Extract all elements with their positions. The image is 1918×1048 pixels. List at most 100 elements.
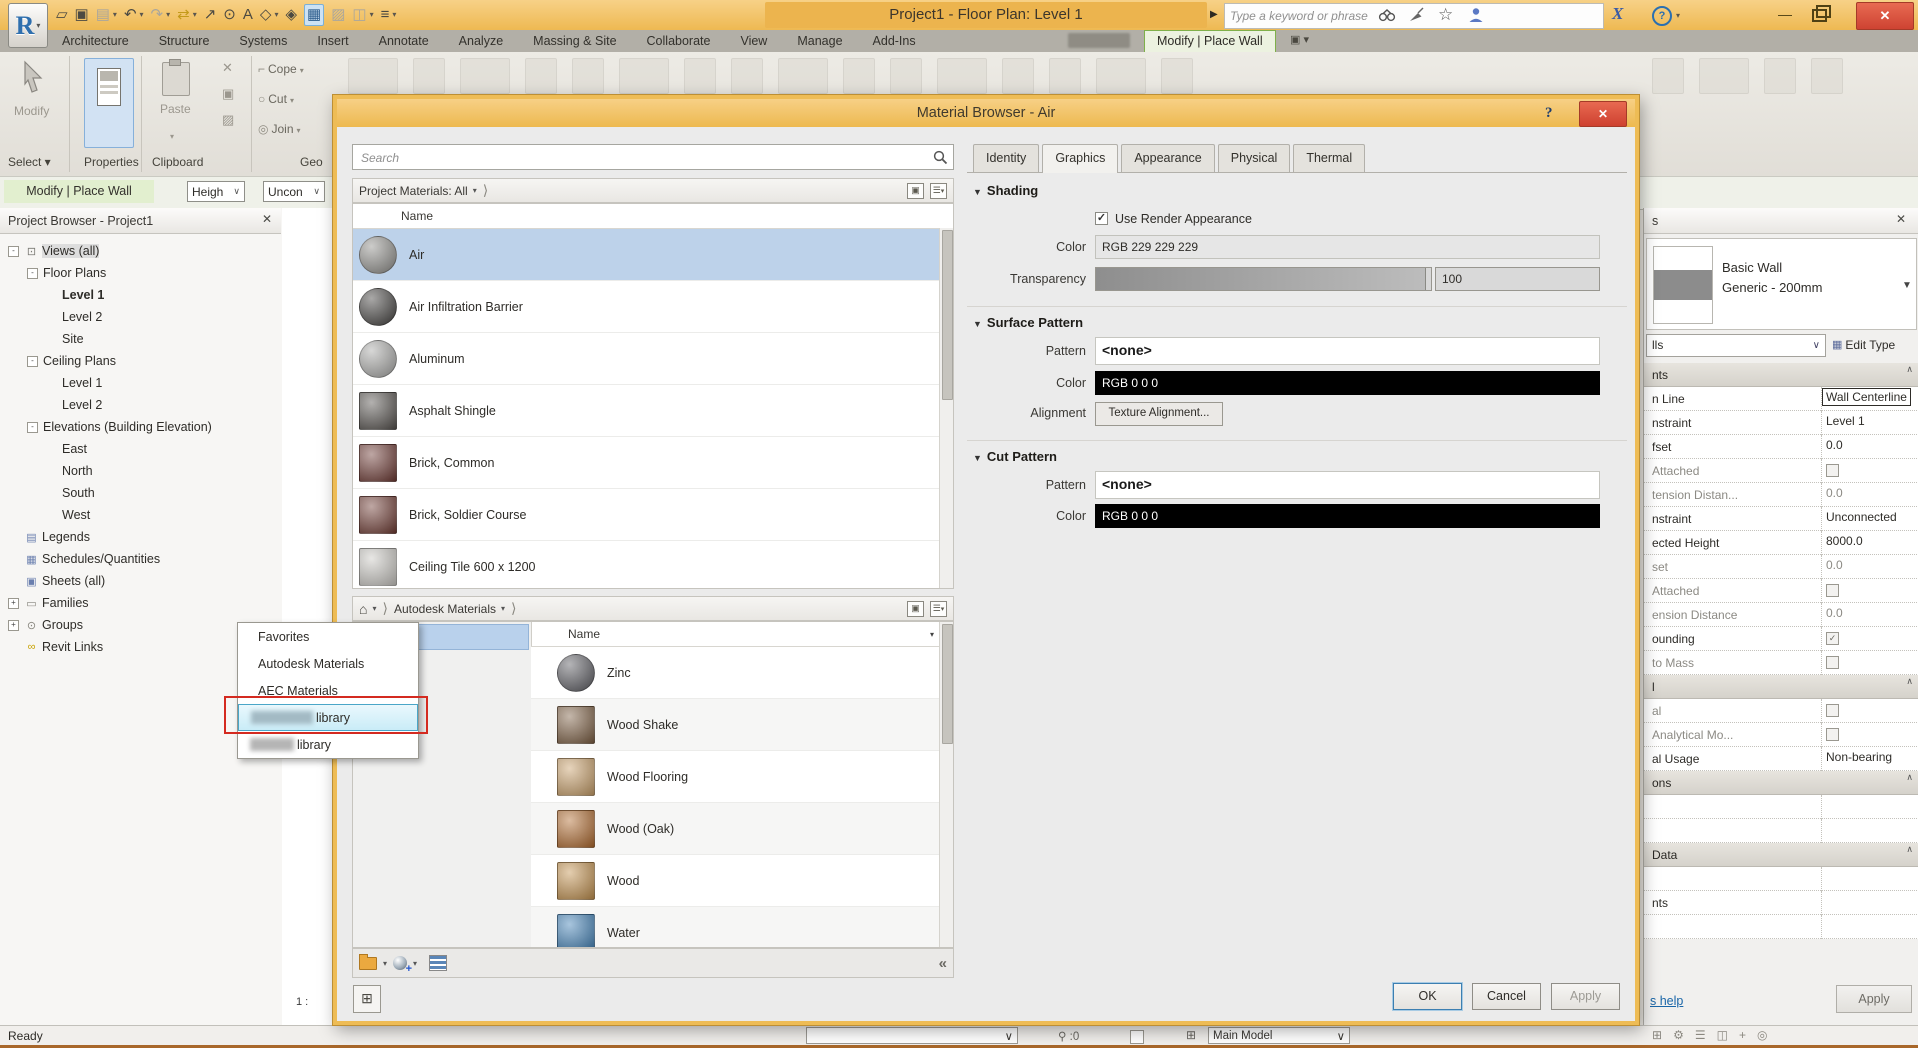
- match-type-icon[interactable]: ▨: [222, 112, 234, 128]
- property-row[interactable]: Data ✓ ∧: [1644, 843, 1918, 867]
- exclude-options-checkbox[interactable]: [1130, 1030, 1144, 1044]
- property-row[interactable]: to Mass ✓ ∧: [1644, 651, 1918, 675]
- property-row[interactable]: tension Distan... 0.0 ✓ ∧: [1644, 483, 1918, 507]
- close-icon[interactable]: ✕: [262, 212, 272, 226]
- shading-color-field[interactable]: RGB 229 229 229: [1095, 235, 1600, 259]
- editable-filter-indicator[interactable]: ⚲ :0: [1058, 1029, 1079, 1043]
- worksets-dropdown[interactable]: ∨: [806, 1027, 1018, 1044]
- chevron-down-icon[interactable]: ▾: [372, 604, 376, 613]
- select-by-face-icon[interactable]: ◎: [1757, 1028, 1767, 1042]
- texture-alignment-button[interactable]: Texture Alignment...: [1095, 402, 1223, 426]
- ribbon-collapse-icon[interactable]: ▣ ▾: [1290, 33, 1309, 46]
- cut-geometry-button[interactable]: ○Cut▾: [258, 92, 294, 106]
- property-row[interactable]: ✓ ∧: [1644, 867, 1918, 891]
- chevron-down-icon[interactable]: ▾: [473, 186, 477, 195]
- tree-item[interactable]: West: [2, 504, 280, 526]
- close-button[interactable]: ✕: [1856, 2, 1914, 30]
- property-checkbox[interactable]: ✓: [1826, 704, 1839, 717]
- cut-to-clipboard-icon[interactable]: ✕: [222, 60, 233, 76]
- shading-section-header[interactable]: ▼Shading: [973, 183, 1038, 198]
- dialog-tab[interactable]: Identity: [973, 144, 1039, 172]
- tree-expander-icon[interactable]: +: [8, 598, 19, 609]
- minimize-button[interactable]: —: [1778, 6, 1792, 22]
- list-view-icon[interactable]: ☰▾: [930, 183, 947, 199]
- favorites-star-icon[interactable]: ☆: [1438, 5, 1453, 25]
- tree-item[interactable]: East: [2, 438, 280, 460]
- section-icon[interactable]: ◈: [285, 5, 297, 25]
- tree-item[interactable]: - Ceiling Plans: [2, 350, 280, 372]
- tree-expander-icon[interactable]: -: [27, 422, 38, 433]
- material-row[interactable]: Aluminum: [353, 333, 953, 385]
- property-row[interactable]: nts ✓ ∧: [1644, 891, 1918, 915]
- close-icon[interactable]: ✕: [1896, 212, 1906, 226]
- material-row[interactable]: Wood: [531, 855, 942, 907]
- search-binoculars-icon[interactable]: [1378, 7, 1396, 23]
- dropdown-icon[interactable]: ▾: [140, 5, 144, 25]
- property-row[interactable]: al ✓ ∧: [1644, 699, 1918, 723]
- text-icon[interactable]: A: [243, 5, 253, 25]
- material-row[interactable]: Wood Shake: [531, 699, 942, 751]
- cut-pattern-section-header[interactable]: ▼Cut Pattern: [973, 449, 1057, 464]
- ribbon-tab[interactable]: Insert: [317, 34, 348, 48]
- design-options-icon[interactable]: ⊞: [1186, 1028, 1196, 1042]
- menu-item[interactable]: library: [238, 731, 418, 758]
- property-row[interactable]: al Usage Non-bearing ✓ ∧: [1644, 747, 1918, 771]
- menu-item[interactable]: Autodesk Materials: [238, 650, 418, 677]
- property-row[interactable]: ounding ✓ ∧: [1644, 627, 1918, 651]
- material-row[interactable]: Wood Flooring: [531, 751, 942, 803]
- render-icon[interactable]: ▨: [331, 5, 345, 25]
- properties-header[interactable]: s: [1644, 208, 1918, 234]
- tree-item[interactable]: Site: [2, 328, 280, 350]
- tree-item[interactable]: - ⊡ Views (all): [2, 240, 280, 262]
- properties-apply-button[interactable]: Apply: [1836, 985, 1912, 1013]
- property-row[interactable]: ension Distance 0.0 ✓ ∧: [1644, 603, 1918, 627]
- property-checkbox[interactable]: ✓: [1826, 728, 1839, 741]
- thumbnail-view-icon[interactable]: ▣: [907, 183, 924, 199]
- property-row[interactable]: ons ✓ ∧: [1644, 771, 1918, 795]
- aligned-dimension-icon[interactable]: ↗: [204, 5, 217, 25]
- tag-icon[interactable]: ⊙: [223, 5, 236, 25]
- material-row[interactable]: Asphalt Shingle: [353, 385, 953, 437]
- switch-windows-icon[interactable]: ◫: [352, 5, 366, 25]
- open-asset-browser-icon[interactable]: [429, 955, 447, 971]
- dialog-title[interactable]: Material Browser - Air: [337, 99, 1635, 127]
- property-checkbox[interactable]: ✓: [1826, 656, 1839, 669]
- material-row[interactable]: Zinc: [531, 647, 942, 699]
- paste-icon[interactable]: [162, 62, 190, 96]
- transparency-value[interactable]: 100: [1435, 267, 1600, 291]
- ok-button[interactable]: OK: [1393, 983, 1462, 1010]
- property-row[interactable]: n Line Wall Centerline ✓ ∧: [1644, 387, 1918, 411]
- cut-pattern-field[interactable]: <none>: [1095, 471, 1600, 499]
- property-row[interactable]: Analytical Mo... ✓ ∧: [1644, 723, 1918, 747]
- material-row[interactable]: Water: [531, 907, 942, 948]
- cut-pattern-color-field[interactable]: RGB 0 0 0: [1095, 504, 1600, 528]
- undo-icon[interactable]: ↶: [124, 5, 137, 25]
- tree-item[interactable]: + ▭ Families: [2, 592, 280, 614]
- ribbon-tab[interactable]: Add-Ins: [873, 34, 916, 48]
- select-panel-label[interactable]: Select ▾: [8, 155, 51, 169]
- dialog-tab[interactable]: Appearance: [1121, 144, 1214, 172]
- chevron-down-icon[interactable]: ▾: [413, 959, 417, 968]
- tree-item[interactable]: ▤ Legends: [2, 526, 280, 548]
- material-row[interactable]: Air: [353, 229, 953, 281]
- properties-help-link[interactable]: s help: [1650, 994, 1683, 1008]
- property-row[interactable]: Attached ✓ ∧: [1644, 459, 1918, 483]
- press-drag-icon[interactable]: ⊞: [1652, 1028, 1662, 1042]
- tree-item[interactable]: Level 1: [2, 372, 280, 394]
- tree-item[interactable]: - Floor Plans: [2, 262, 280, 284]
- dropdown-icon[interactable]: ▾: [274, 5, 278, 25]
- scrollbar[interactable]: [939, 622, 953, 948]
- use-render-appearance-checkbox[interactable]: ✓: [1095, 212, 1108, 225]
- menu-item[interactable]: Favorites: [238, 623, 418, 650]
- dropdown-icon[interactable]: ▾: [392, 5, 396, 25]
- ribbon-tab[interactable]: Collaborate: [647, 34, 711, 48]
- height-dropdown[interactable]: Heigh∨: [187, 181, 245, 202]
- material-row[interactable]: Brick, Soldier Course: [353, 489, 953, 541]
- tree-item[interactable]: Level 2: [2, 306, 280, 328]
- tree-expander-icon[interactable]: -: [8, 246, 19, 257]
- edit-type-button[interactable]: ▦ Edit Type: [1832, 334, 1918, 357]
- ribbon-tab[interactable]: Systems: [239, 34, 287, 48]
- exchange-apps-icon[interactable]: X: [1612, 4, 1623, 24]
- help-icon[interactable]: ?: [1652, 6, 1672, 26]
- restore-button[interactable]: [1812, 9, 1827, 22]
